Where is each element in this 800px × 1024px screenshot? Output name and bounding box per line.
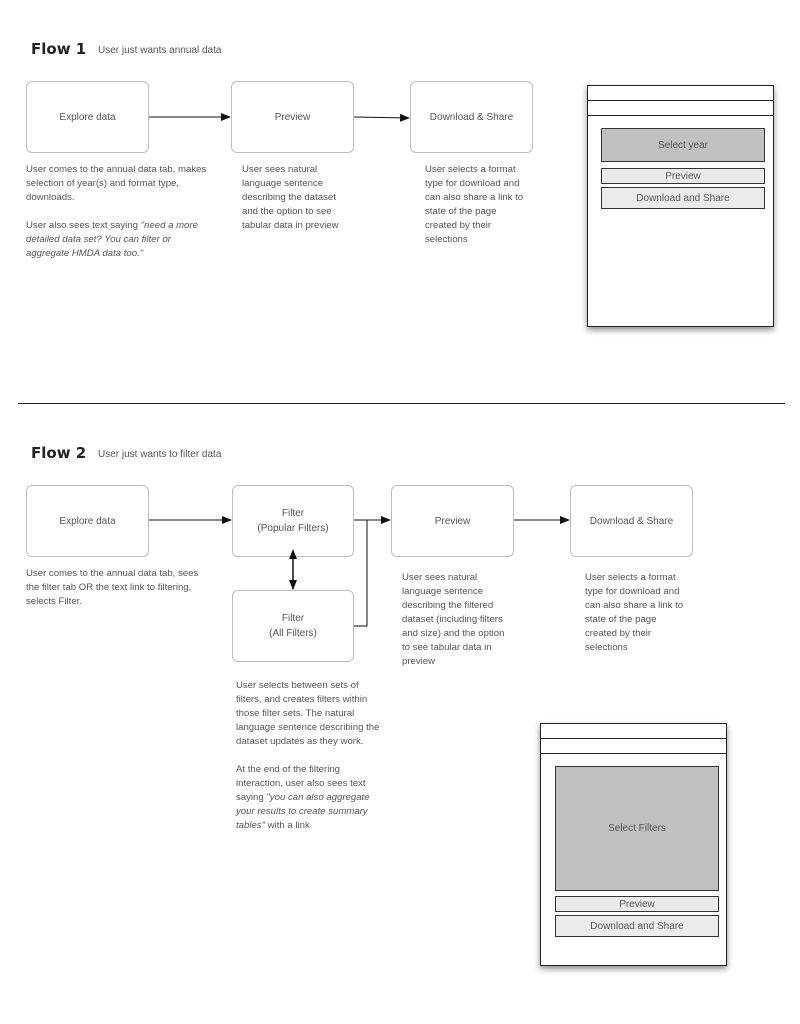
flow2-filter-desc-p1: User selects between sets of filters, an… [236, 680, 380, 747]
preview-button[interactable]: Preview [555, 896, 719, 912]
flow1-explore-desc-p2: User also sees text saying "need a more … [26, 219, 216, 261]
flow2-node-download-share[interactable]: Download & Share [570, 485, 693, 557]
flow2-filter-desc-p2: At the end of the filtering interaction,… [236, 763, 381, 833]
flow2-filter-desc-suffix: with a link [265, 820, 310, 831]
flow2-preview-description: User sees natural language sentence desc… [402, 572, 505, 667]
flow2-node-filter-all[interactable]: Filter (All Filters) [232, 590, 354, 662]
flow2-wireframe-mockup: Select Filters Preview Download and Shar… [540, 723, 727, 966]
preview-button[interactable]: Preview [601, 168, 765, 184]
wireframe-nav-bar [541, 753, 726, 754]
flow1-subtitle: User just wants annual data [98, 45, 222, 56]
flow2-node-preview[interactable]: Preview [391, 485, 514, 557]
flow1-title: Flow 1 [31, 40, 87, 58]
wireframe-header-bar [588, 100, 773, 101]
flow2-node-filter-popular[interactable]: Filter (Popular Filters) [232, 485, 354, 557]
flow1-explore-desc-p1: User comes to the annual data tab, makes… [26, 164, 207, 203]
flow1-download-description: User selects a format type for download … [425, 164, 524, 245]
download-share-button[interactable]: Download and Share [601, 187, 765, 209]
flow1-node-download-share[interactable]: Download & Share [410, 81, 533, 153]
flow2-filter-description: User selects between sets of filters, an… [236, 679, 381, 847]
flow1-node-preview[interactable]: Preview [231, 81, 354, 153]
wireframe-header-bar [541, 738, 726, 739]
flow2-download-description: User selects a format type for download … [585, 572, 684, 653]
wireframe-nav-bar [588, 115, 773, 116]
flow1-explore-description: User comes to the annual data tab, makes… [26, 163, 216, 275]
flow2-title: Flow 2 [31, 444, 87, 462]
section-divider [18, 403, 785, 404]
flow2-subtitle: User just wants to filter data [98, 449, 222, 460]
select-year-panel[interactable]: Select year [601, 128, 765, 162]
flow2-explore-description: User comes to the annual data tab, sees … [26, 568, 199, 607]
flow1-explore-desc-prefix: User also sees text saying [26, 220, 141, 231]
flow1-wireframe-mockup: Select year Preview Download and Share [587, 85, 774, 327]
flow2-connector-all-filters-merge [354, 520, 368, 627]
flow1-node-explore-data[interactable]: Explore data [26, 81, 149, 153]
flow2-node-explore-data[interactable]: Explore data [26, 485, 149, 557]
select-filters-panel[interactable]: Select Filters [555, 766, 719, 891]
flow1-preview-description: User sees natural language sentence desc… [242, 164, 339, 231]
flow1-arrow-preview-to-download [353, 113, 410, 122]
download-share-button[interactable]: Download and Share [555, 915, 719, 937]
